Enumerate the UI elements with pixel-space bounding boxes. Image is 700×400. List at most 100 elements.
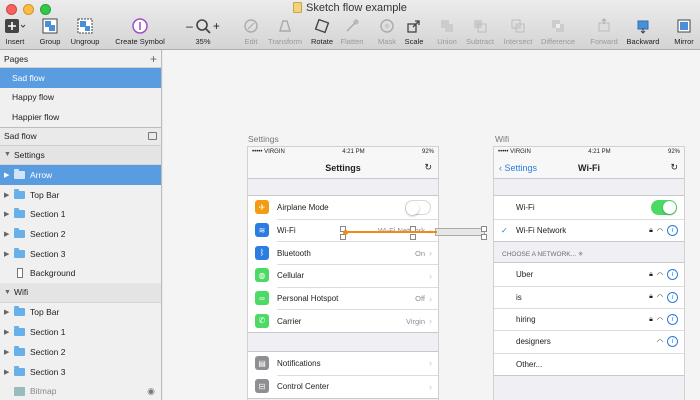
layer-item-section-3[interactable]: ▶ Section 3 xyxy=(0,362,161,382)
disclosure-closed-icon[interactable]: ▶ xyxy=(4,250,14,258)
layer-item-section-1[interactable]: ▶ Section 1 xyxy=(0,204,161,224)
transform-button[interactable]: Transform xyxy=(266,16,304,46)
insert-button[interactable]: Insert xyxy=(2,16,28,46)
artboard-settings[interactable]: ••••• VIRGIN 4:21 PM 92% Settings ↻ ✈ Ai… xyxy=(247,146,439,400)
flatten-button[interactable]: Flatten xyxy=(338,16,366,46)
chevron-right-icon: › xyxy=(429,248,432,259)
intersect-button[interactable]: Intersect xyxy=(500,16,536,46)
selection-handle[interactable] xyxy=(481,234,487,240)
zoom-control[interactable]: – + 35% xyxy=(180,16,226,46)
info-icon[interactable]: i xyxy=(667,336,678,348)
disclosure-closed-icon[interactable]: ▶ xyxy=(4,171,14,179)
create-symbol-button[interactable]: Create Symbol xyxy=(112,16,168,46)
layer-item-top-bar[interactable]: ▶ Top Bar xyxy=(0,303,161,323)
artboard-label-wifi[interactable]: Wifi xyxy=(495,134,509,144)
layer-item-arrow[interactable]: ▶ Arrow xyxy=(0,165,161,185)
settings-cell-control-center[interactable]: ⊟ Control Center › xyxy=(248,374,438,398)
settings-cell-personal-hotspot[interactable]: ∞ Personal Hotspot Off › xyxy=(248,286,438,310)
back-button[interactable]: ‹ Settings xyxy=(499,163,537,173)
disclosure-closed-icon[interactable]: ▶ xyxy=(4,308,14,316)
network-item-is[interactable]: is 🔒︎ ◠ i xyxy=(494,285,684,308)
layer-item-top-bar[interactable]: ▶ Top Bar xyxy=(0,185,161,205)
wifi-group-status: Wi-Fi ✓ Wi-Fi Network 🔒︎ ◠ i xyxy=(494,195,684,243)
settings-cell-bluetooth[interactable]: ᛒ Bluetooth On › xyxy=(248,241,438,264)
mask-button[interactable]: Mask xyxy=(375,16,399,46)
backward-button[interactable]: Backward xyxy=(624,16,662,46)
flatten-icon xyxy=(346,19,359,32)
network-item-uber[interactable]: Uber 🔒︎ ◠ i xyxy=(494,263,684,286)
settings-cell-carrier[interactable]: ✆ Carrier Virgin › xyxy=(248,309,438,332)
scale-icon xyxy=(407,20,420,33)
layer-item-section-2[interactable]: ▶ Section 2 xyxy=(0,342,161,362)
flow-arrow-start[interactable] xyxy=(343,229,348,235)
artboard-wifi[interactable]: ••••• VIRGIN 4:21 PM 92% ‹ Settings Wi-F… xyxy=(493,146,685,400)
network-item-other[interactable]: Other... xyxy=(494,352,684,375)
rotate-button[interactable]: Rotate xyxy=(309,16,335,46)
transform-icon xyxy=(279,20,291,32)
layer-item-section-2[interactable]: ▶ Section 2 xyxy=(0,224,161,244)
settings-cell-cellular[interactable]: ◍ Cellular › xyxy=(248,264,438,287)
settings-cell-notifications[interactable]: ▤ Notifications › xyxy=(248,352,438,375)
disclosure-open-icon[interactable]: ▼ xyxy=(4,289,14,296)
mask-icon xyxy=(380,19,394,33)
network-item-hiring[interactable]: hiring 🔒︎ ◠ i xyxy=(494,307,684,331)
chevron-right-icon: › xyxy=(429,316,432,327)
selection-handle[interactable] xyxy=(481,226,487,232)
lock-icon: 🔒︎ xyxy=(649,315,653,323)
flow-arrow-line[interactable] xyxy=(345,231,437,233)
layer-item-section-3[interactable]: ▶ Section 3 xyxy=(0,244,161,264)
info-icon[interactable]: i xyxy=(667,314,678,326)
layer-item-background[interactable]: Background xyxy=(0,263,161,283)
union-button[interactable]: Union xyxy=(434,16,460,46)
document-icon xyxy=(293,2,303,13)
difference-button[interactable]: Difference xyxy=(538,16,578,46)
layer-group-settings[interactable]: ▼ Settings xyxy=(0,145,161,165)
collapse-layers-icon[interactable] xyxy=(148,132,157,140)
selection-handle[interactable] xyxy=(410,234,416,240)
nav-bar: ‹ Settings Wi-Fi ↻ xyxy=(494,157,684,179)
forward-button[interactable]: Forward xyxy=(588,16,620,46)
airplane-mode-toggle[interactable] xyxy=(405,199,431,215)
layer-item-bitmap[interactable]: Bitmap ◉ xyxy=(0,381,161,400)
mirror-button[interactable]: Mirror xyxy=(670,16,698,46)
info-icon[interactable]: i xyxy=(667,269,678,281)
page-item-happy-flow[interactable]: Happy flow xyxy=(0,88,161,108)
disclosure-closed-icon[interactable]: ▶ xyxy=(4,368,14,376)
insert-icon xyxy=(5,19,26,33)
edit-button[interactable]: Edit xyxy=(238,16,264,46)
disclosure-closed-icon[interactable]: ▶ xyxy=(4,328,14,336)
selection-handle[interactable] xyxy=(340,234,346,240)
disclosure-closed-icon[interactable]: ▶ xyxy=(4,191,14,199)
connected-network-cell[interactable]: ✓ Wi-Fi Network 🔒︎ ◠ i xyxy=(494,218,684,242)
artboard-label-settings[interactable]: Settings xyxy=(248,134,279,144)
layer-group-wifi[interactable]: ▼ Wifi xyxy=(0,283,161,303)
settings-cell-airplane-mode[interactable]: ✈ Airplane Mode xyxy=(248,196,438,219)
page-item-sad-flow[interactable]: Sad flow xyxy=(0,68,161,88)
disclosure-closed-icon[interactable]: ▶ xyxy=(4,348,14,356)
info-icon[interactable]: i xyxy=(667,225,678,237)
refresh-icon[interactable]: ↻ xyxy=(670,162,678,173)
ungroup-button[interactable]: Ungroup xyxy=(68,16,102,46)
info-icon[interactable]: i xyxy=(667,291,678,303)
scale-button[interactable]: Scale xyxy=(402,16,426,46)
group-button[interactable]: Group xyxy=(37,16,63,46)
disclosure-closed-icon[interactable]: ▶ xyxy=(4,210,14,218)
add-page-icon[interactable]: + xyxy=(150,52,157,66)
canvas[interactable]: Settings ••••• VIRGIN 4:21 PM 92% Settin… xyxy=(163,50,700,400)
wifi-toggle-cell[interactable]: Wi-Fi xyxy=(494,196,684,219)
refresh-icon[interactable]: ↻ xyxy=(424,162,432,173)
wifi-signal-icon: ◠ xyxy=(656,316,663,324)
page-item-happier-flow[interactable]: Happier flow xyxy=(0,107,161,127)
subtract-button[interactable]: Subtract xyxy=(463,16,497,46)
folder-icon xyxy=(14,326,25,337)
network-list: Uber 🔒︎ ◠ i is 🔒︎ ◠ i hiring 🔒︎ ◠ i designers … xyxy=(494,262,684,376)
layer-item-section-1[interactable]: ▶ Section 1 xyxy=(0,322,161,342)
disclosure-open-icon[interactable]: ▼ xyxy=(4,151,14,158)
zoom-out-icon[interactable]: – xyxy=(186,19,193,33)
zoom-in-icon[interactable]: + xyxy=(213,19,220,33)
wifi-toggle[interactable] xyxy=(651,199,677,215)
network-item-designers[interactable]: designers ◠ i xyxy=(494,330,684,353)
disclosure-closed-icon[interactable]: ▶ xyxy=(4,230,14,238)
visibility-eye-icon[interactable]: ◉ xyxy=(147,386,155,397)
forward-icon xyxy=(598,18,610,32)
